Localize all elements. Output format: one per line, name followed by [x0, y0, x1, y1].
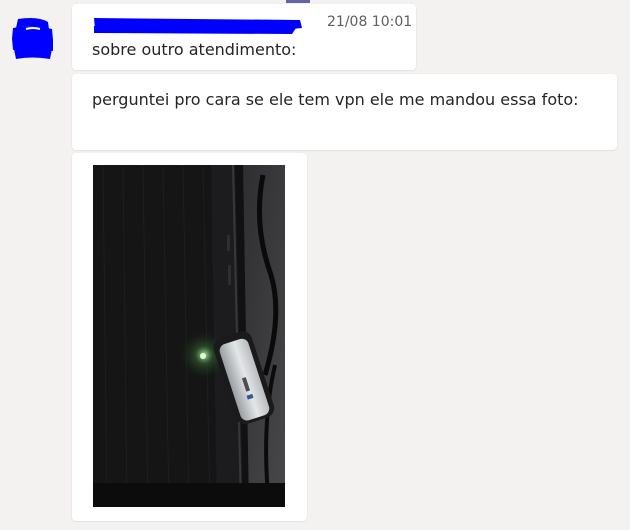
avatar-redaction — [12, 18, 53, 59]
message-text: perguntei pro cara se ele tem vpn ele me… — [92, 90, 579, 109]
message-text: sobre outro atendimento: — [92, 40, 297, 59]
message-bubble[interactable]: perguntei pro cara se ele tem vpn ele me… — [72, 74, 617, 150]
photo-content — [93, 165, 285, 507]
message-bubble[interactable]: 21/08 10:01 sobre outro atendimento: — [72, 4, 416, 70]
message-timestamp: 21/08 10:01 — [327, 14, 413, 30]
sender-name-redaction — [94, 18, 302, 34]
message-bubble[interactable] — [72, 153, 307, 521]
chat-message-area: 21/08 10:01 sobre outro atendimento: per… — [0, 0, 630, 530]
attached-photo[interactable] — [93, 165, 285, 507]
active-tab-indicator — [286, 0, 310, 3]
avatar[interactable] — [8, 13, 56, 61]
